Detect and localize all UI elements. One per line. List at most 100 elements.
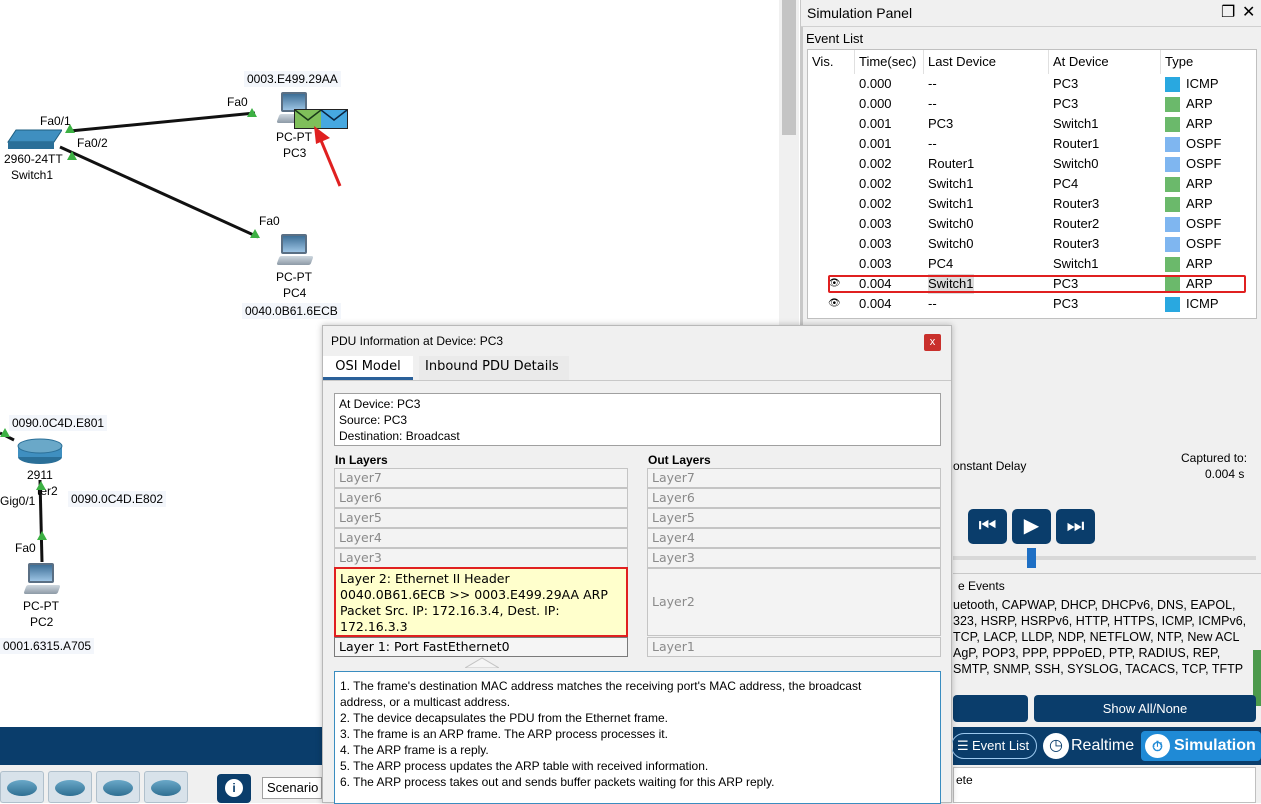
event-row[interactable]: 0.002 Router1 Switch0 OSPF — [808, 154, 1256, 174]
pc2-device-icon[interactable] — [23, 563, 61, 595]
at-device-cell: PC3 — [1053, 296, 1079, 311]
events-divider — [953, 573, 1261, 574]
event-row[interactable]: 👁 0.004 -- PC3 ICMP — [808, 294, 1256, 314]
type-color-swatch — [1165, 257, 1180, 272]
event-row[interactable]: 0.003 Switch0 Router3 OSPF — [808, 234, 1256, 254]
event-row[interactable]: 0.001 PC3 Switch1 ARP — [808, 114, 1256, 134]
last-device-cell: Switch1 — [928, 196, 974, 211]
list-icon: ☰ — [957, 738, 969, 753]
info-button[interactable]: i — [217, 774, 251, 803]
type-cell: OSPF — [1186, 236, 1222, 251]
pdu-close-button[interactable]: x — [924, 334, 941, 351]
tab-inbound-pdu-details[interactable]: Inbound PDU Details — [419, 356, 569, 380]
switch1-device-icon[interactable] — [6, 128, 63, 150]
last-device-cell: Switch0 — [928, 216, 974, 231]
realtime-mode-button[interactable]: ◷ Realtime — [1041, 731, 1137, 761]
col-header-vis[interactable]: Vis. — [808, 50, 855, 74]
in-layers-header: In Layers — [335, 453, 388, 467]
protocol-line[interactable]: AgP, POP3, PPP, PPPoED, PTP, RADIUS, REP… — [953, 645, 1246, 661]
out-layer-5[interactable]: Layer5 — [647, 508, 941, 528]
device-category-tile[interactable] — [0, 771, 44, 803]
device-category-tile[interactable] — [96, 771, 140, 803]
router2-device-icon[interactable] — [17, 437, 63, 465]
col-header-at-device[interactable]: At Device — [1049, 50, 1161, 74]
back-button[interactable]: ⏮ — [968, 509, 1007, 544]
captured-to-value: 0.004 s — [1205, 467, 1245, 481]
out-layer-3[interactable]: Layer3 — [647, 548, 941, 568]
layer-arrow-icon — [465, 657, 499, 668]
simulation-mode-button[interactable]: ⏱ Simulation — [1141, 731, 1261, 761]
close-panel-icon[interactable]: ✕ — [1242, 4, 1255, 22]
event-row[interactable]: 0.000 -- PC3 ICMP — [808, 74, 1256, 94]
type-cell: ARP — [1186, 176, 1213, 191]
event-row[interactable]: 0.002 Switch1 PC4 ARP — [808, 174, 1256, 194]
event-list-label: Event List — [806, 31, 864, 46]
description-line: 6. The ARP process takes out and sends b… — [340, 775, 775, 789]
last-device-cell: -- — [928, 76, 937, 91]
protocol-line[interactable]: TCP, LACP, LLDP, NDP, NETFLOW, NTP, New … — [953, 629, 1246, 645]
event-row[interactable]: 0.000 -- PC3 ARP — [808, 94, 1256, 114]
link-light-switch-a — [65, 124, 75, 133]
link-light-pc3 — [247, 108, 257, 117]
device-category-tile[interactable] — [48, 771, 92, 803]
in-layer-3[interactable]: Layer3 — [334, 548, 628, 568]
description-line: 4. The ARP frame is a reply. — [340, 743, 489, 757]
show-all-none-button[interactable]: Show All/None — [1034, 695, 1256, 722]
time-cell: 0.000 — [859, 76, 892, 91]
at-device-cell: Switch1 — [1053, 256, 1099, 271]
out-layer-4[interactable]: Layer4 — [647, 528, 941, 548]
col-header-type[interactable]: Type — [1161, 50, 1256, 74]
protocol-line[interactable]: SMTP, SNMP, SSH, SYSLOG, TACACS, TCP, TF… — [953, 661, 1246, 677]
restore-window-icon[interactable]: ❐ — [1221, 4, 1235, 22]
pc4-type-label: PC-PT — [276, 270, 312, 284]
forward-button[interactable]: ⏭ — [1056, 509, 1095, 544]
speed-slider-thumb[interactable] — [1027, 548, 1036, 568]
type-cell: ARP — [1186, 116, 1213, 131]
pc4-mac-label: 0040.0B61.6ECB — [242, 303, 341, 319]
device-category-tile[interactable] — [144, 771, 188, 803]
type-cell: ICMP — [1186, 76, 1219, 91]
in-layer-4[interactable]: Layer4 — [334, 528, 628, 548]
tab-osi-model[interactable]: OSI Model — [323, 356, 413, 380]
scenario-dropdown[interactable]: Scenario — [262, 777, 322, 799]
at-device-cell: Router3 — [1053, 236, 1100, 251]
last-device-cell: Router1 — [928, 156, 975, 171]
type-color-swatch — [1165, 77, 1180, 92]
pdu-description-box[interactable]: 1. The frame's destination MAC address m… — [334, 671, 941, 804]
type-cell: OSPF — [1186, 136, 1222, 151]
out-layer-2[interactable]: Layer2 — [647, 568, 941, 636]
link-light-switch-b — [67, 151, 77, 160]
in-layer-5[interactable]: Layer5 — [334, 508, 628, 528]
event-row[interactable]: 0.002 Switch1 Router3 ARP — [808, 194, 1256, 214]
in-layer-7[interactable]: Layer7 — [334, 468, 628, 488]
event-list-toggle[interactable]: ☰ Event List — [951, 733, 1037, 759]
layer2-header-line: Layer 2: Ethernet II Header — [340, 571, 510, 586]
event-row[interactable]: 0.003 Switch0 Router2 OSPF — [808, 214, 1256, 234]
in-layer-2-selected[interactable]: Layer 2: Ethernet II Header 0040.0B61.6E… — [334, 567, 628, 637]
event-row[interactable]: 0.003 PC4 Switch1 ARP — [808, 254, 1256, 274]
in-layer-6[interactable]: Layer6 — [334, 488, 628, 508]
out-layer-7[interactable]: Layer7 — [647, 468, 941, 488]
in-layer-1[interactable]: Layer 1: Port FastEthernet0 — [334, 637, 628, 657]
pc4-device-icon[interactable] — [276, 234, 314, 266]
time-cell: 0.002 — [859, 196, 892, 211]
last-device-cell: PC3 — [928, 116, 954, 131]
col-header-time[interactable]: Time(sec) — [855, 50, 924, 74]
sim-panel-header: Simulation Panel ❐ ✕ — [801, 0, 1261, 27]
layer2-mac-line: 0040.0B61.6ECB >> 0003.E499.29AA ARP — [340, 587, 608, 602]
out-layer-6[interactable]: Layer6 — [647, 488, 941, 508]
event-row[interactable]: 0.001 -- Router1 OSPF — [808, 134, 1256, 154]
col-header-last-device[interactable]: Last Device — [924, 50, 1049, 74]
type-color-swatch — [1165, 97, 1180, 112]
protocol-line[interactable]: uetooth, CAPWAP, DHCP, DHCPv6, DNS, EAPO… — [953, 597, 1246, 613]
simulation-label: Simulation — [1174, 737, 1256, 754]
speed-slider-track[interactable] — [953, 556, 1256, 560]
skip-back-icon: ⏮ — [978, 515, 997, 537]
play-button[interactable]: ▶ — [1012, 509, 1051, 544]
link-light-pc2 — [37, 531, 47, 540]
edit-filters-button[interactable] — [953, 695, 1028, 722]
workspace-scroll-thumb[interactable] — [782, 0, 796, 135]
protocol-line[interactable]: 323, HSRP, HSRPv6, HTTP, HTTPS, ICMP, IC… — [953, 613, 1246, 629]
out-layer-1[interactable]: Layer1 — [647, 637, 941, 657]
time-cell: 0.003 — [859, 236, 892, 251]
